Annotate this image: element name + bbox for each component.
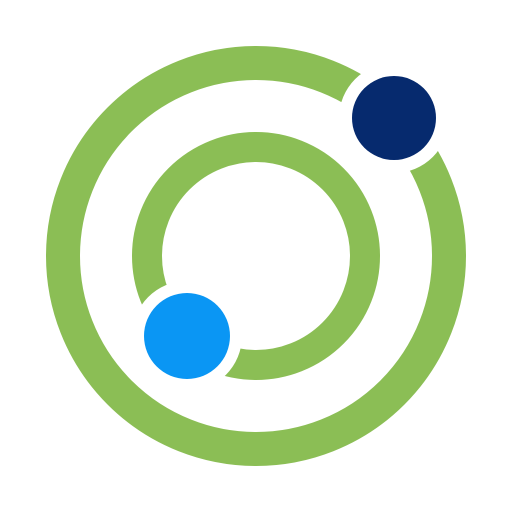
outer-orbit-dot-icon bbox=[352, 76, 436, 160]
inner-orbit-dot-icon bbox=[144, 293, 230, 379]
logo-container bbox=[0, 0, 512, 512]
orbit-logo bbox=[46, 46, 466, 466]
